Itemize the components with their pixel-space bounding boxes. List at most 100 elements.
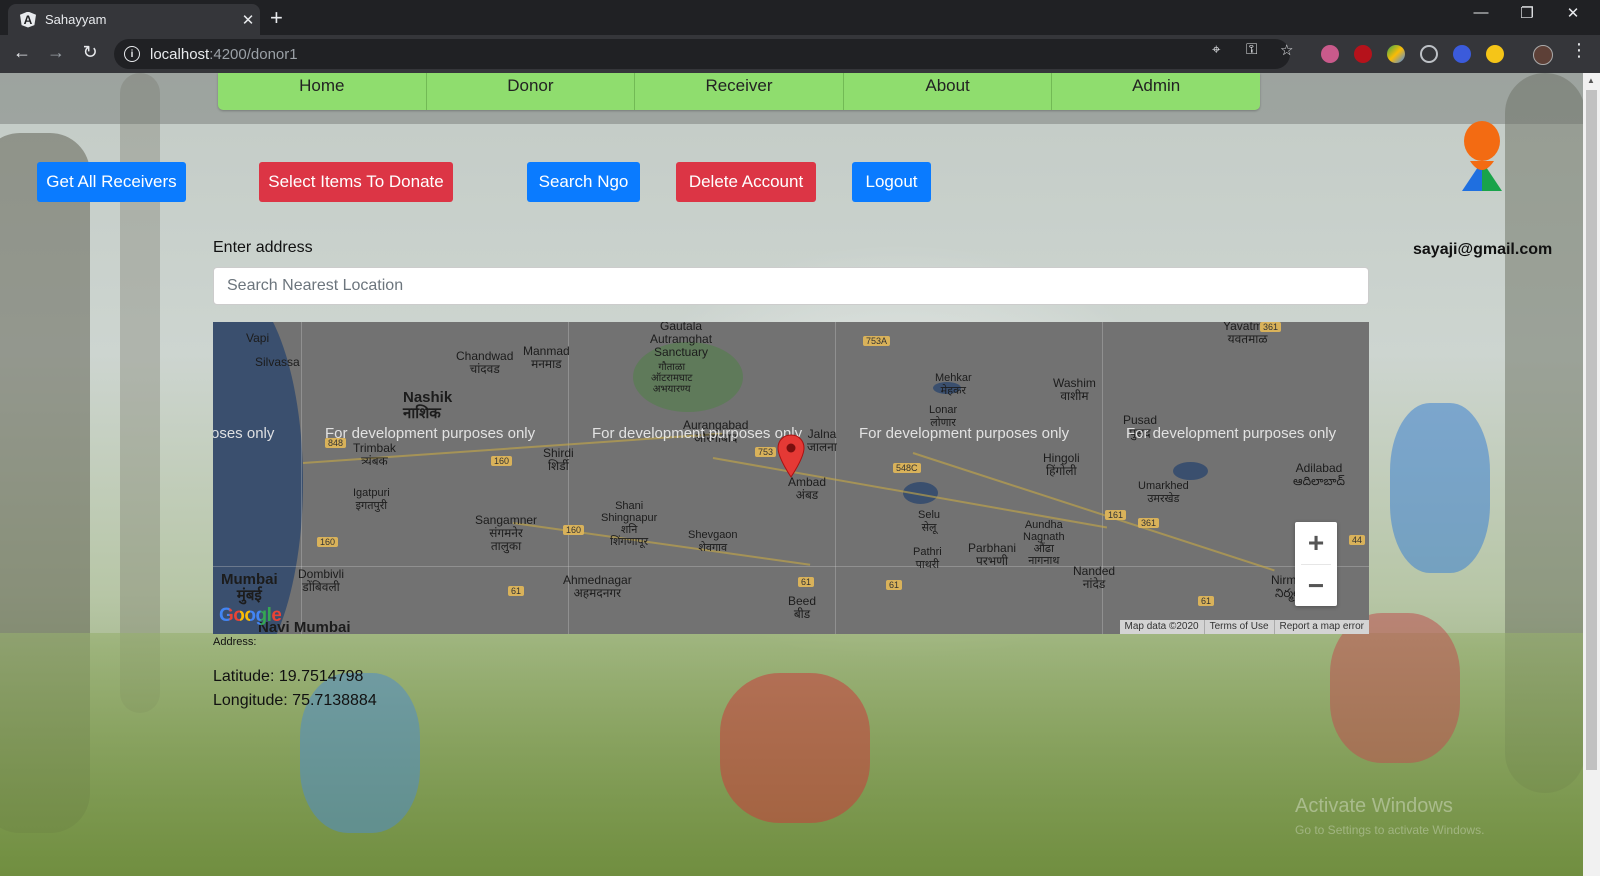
nav-home[interactable]: Home <box>218 73 426 110</box>
browser-tab-bar: A Sahayyam ✕ + — ❐ ✕ <box>0 0 1600 35</box>
extension-yellow-icon[interactable] <box>1486 45 1504 63</box>
drive-extension-icon[interactable] <box>1387 45 1405 63</box>
user-avatar-icon <box>1462 121 1502 191</box>
dev-watermark: For development purposes only <box>592 425 803 442</box>
map-label: Gautala Autramghat Sanctuary <box>650 322 713 359</box>
window-close-button[interactable]: ✕ <box>1550 4 1596 22</box>
longitude-value: Longitude: 75.7138884 <box>213 692 377 709</box>
map-label: Mumbai मुंबई <box>221 571 278 604</box>
highway-badge: 753A <box>863 336 891 346</box>
search-ngo-button[interactable]: Search Ngo <box>527 162 640 202</box>
forward-arrow-icon[interactable]: → <box>44 42 68 63</box>
nav-receiver[interactable]: Receiver <box>634 73 843 110</box>
map-label: Nashik <box>403 389 453 406</box>
map-label: Manmad मनमाड <box>523 344 570 371</box>
angular-icon: A <box>20 11 36 28</box>
map-label: Selu सेलू <box>918 509 941 534</box>
map-label: Ahmednagar अहमदनगर <box>563 573 632 600</box>
map-label: Chandwad चांदवड <box>456 349 514 376</box>
map-label: नाशिक <box>403 405 441 422</box>
google-map[interactable]: Vapi Silvassa Gautala Autramghat Sanctua… <box>213 322 1369 634</box>
lake-area <box>1173 462 1208 480</box>
zoom-in-button[interactable]: + <box>1295 522 1337 564</box>
scroll-up-arrow-icon[interactable]: ▲ <box>1587 76 1595 85</box>
dev-watermark: For development purposes only <box>859 425 1070 442</box>
highway-badge: 61 <box>798 577 815 587</box>
profile-avatar-icon[interactable] <box>1533 45 1553 65</box>
google-logo: Google <box>219 605 282 626</box>
url-text: localhost:4200/donor1 <box>150 45 298 63</box>
page-scrollbar[interactable]: ▲ <box>1583 73 1600 876</box>
address-bar[interactable]: i localhost:4200/donor1 <box>114 39 1290 69</box>
info-icon[interactable]: i <box>124 46 140 62</box>
highway-badge: 61 <box>886 580 903 590</box>
tab-title: Sahayyam <box>45 12 107 27</box>
zoom-out-button[interactable]: − <box>1295 565 1337 607</box>
minimize-button[interactable]: — <box>1458 4 1504 21</box>
get-all-receivers-button[interactable]: Get All Receivers <box>37 162 186 202</box>
delete-account-button[interactable]: Delete Account <box>676 162 816 202</box>
highway-badge: 548C <box>893 463 921 473</box>
extension-icon[interactable] <box>1321 45 1339 63</box>
scrollbar-thumb[interactable] <box>1586 90 1597 770</box>
user-email: sayaji@gmail.com <box>1413 241 1553 258</box>
nav-donor[interactable]: Donor <box>425 73 635 110</box>
map-road <box>912 452 1275 572</box>
star-icon[interactable]: ☆ <box>1280 41 1293 59</box>
reload-icon[interactable]: ↻ <box>78 42 102 63</box>
extension-blue-icon[interactable] <box>1453 45 1471 63</box>
activate-windows-subtitle: Go to Settings to activate Windows. <box>1295 823 1485 837</box>
highway-badge: 161 <box>1105 510 1127 520</box>
map-label: Jalna जालना <box>807 427 837 454</box>
report-map-error-link[interactable]: Report a map error <box>1273 620 1369 634</box>
activate-windows-title: Activate Windows <box>1295 795 1453 817</box>
location-search-input[interactable] <box>213 267 1369 305</box>
back-arrow-icon[interactable]: ← <box>10 42 34 63</box>
highway-badge: 753 <box>755 447 777 457</box>
map-data-credit: Map data ©2020 <box>1124 621 1199 632</box>
logout-button[interactable]: Logout <box>852 162 931 202</box>
address-label: Enter address <box>213 239 313 256</box>
menu-kebab-icon[interactable]: ⋮ <box>1570 40 1588 61</box>
map-label: Aundha Nagnath औंढा नागनाथ <box>1023 519 1065 567</box>
nav-about[interactable]: About <box>842 73 1052 110</box>
location-icon[interactable]: ⌖ <box>1212 41 1220 58</box>
select-items-to-donate-button[interactable]: Select Items To Donate <box>259 162 453 202</box>
dev-watermark: For development purposes only <box>1126 425 1337 442</box>
maximize-button[interactable]: ❐ <box>1504 4 1550 22</box>
highway-badge: 61 <box>508 586 525 596</box>
browser-toolbar: ← → ↻ i localhost:4200/donor1 ⌖ ⚿ ☆ ⋮ <box>0 35 1600 73</box>
highway-badge: 160 <box>491 456 513 466</box>
pocket-icon[interactable] <box>1420 45 1438 63</box>
map-label: Trimbak त्र्यंबक <box>353 441 396 468</box>
map-label: Igatpuri इगतपुरी <box>353 487 390 512</box>
map-label: Parbhani परभणी <box>968 541 1017 568</box>
highway-badge: 160 <box>563 525 585 535</box>
map-marker-icon[interactable] <box>777 434 805 478</box>
highway-badge: 160 <box>317 537 339 547</box>
ublock-icon[interactable] <box>1354 45 1372 63</box>
highway-badge: 61 <box>1198 596 1215 606</box>
map-label: Nanded नांदेड <box>1073 564 1116 591</box>
page-viewport: Home Donor Receiver About Admin Get All … <box>0 73 1583 876</box>
map-label: Ambad अंबड <box>788 475 827 502</box>
browser-tab[interactable]: A Sahayyam ✕ <box>8 4 260 35</box>
highway-badge: 361 <box>1138 518 1160 528</box>
map-zoom-control: + − <box>1295 522 1337 606</box>
background-child <box>1330 613 1460 763</box>
map-label: Mehkar मेहकर <box>935 372 972 397</box>
key-icon[interactable]: ⚿ <box>1246 41 1257 58</box>
background-child <box>720 673 870 823</box>
latitude-value: Latitude: 19.7514798 <box>213 668 364 685</box>
map-label: Sangamner संगमनेर तालुका <box>475 513 538 553</box>
highway-badge: 44 <box>1349 535 1366 545</box>
map-label: Dombivli डोंबिवली <box>298 567 345 594</box>
terms-of-use-link[interactable]: Terms of Use <box>1203 620 1274 634</box>
map-label: Adilabad ఆదిలాబాద్ <box>1293 461 1345 488</box>
map-attribution: Map data ©2020 Terms of Use Report a map… <box>1119 620 1369 634</box>
close-tab-icon[interactable]: ✕ <box>236 11 260 29</box>
address-result-label: Address: <box>213 636 257 648</box>
nav-admin[interactable]: Admin <box>1051 73 1260 110</box>
new-tab-button[interactable]: + <box>270 5 283 31</box>
highway-badge: 361 <box>1260 322 1282 332</box>
